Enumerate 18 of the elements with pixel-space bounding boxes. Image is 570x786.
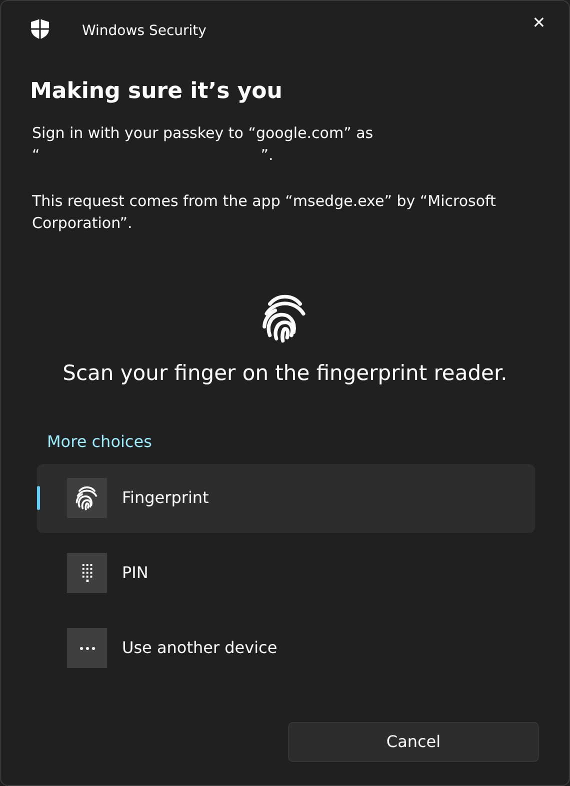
more-choices-link[interactable]: More choices	[47, 432, 152, 450]
fingerprint-icon	[74, 485, 100, 511]
close-button[interactable]: ✕	[517, 7, 561, 39]
sign-in-option[interactable]: PIN	[37, 538, 535, 608]
more-icon	[80, 646, 94, 650]
request-text: This request comes from the app “msedge.exe” by “Microsoft Corporation”.	[32, 191, 497, 234]
cancel-button[interactable]: Cancel	[288, 722, 539, 762]
sign-in-option[interactable]: Fingerprint	[37, 464, 535, 532]
app-title: Windows Security	[82, 22, 206, 40]
scan-prompt: Scan your finger on the fingerprint reader.	[62, 360, 508, 387]
dialog-heading: Making sure it’s you	[30, 78, 284, 106]
sign-in-text: Sign in with your passkey to “google.com” as	[32, 123, 374, 144]
selection-indicator	[37, 486, 40, 510]
shield-icon	[30, 18, 50, 40]
sign-in-option[interactable]: Use another device	[37, 614, 535, 682]
opening-quote: “	[32, 145, 40, 166]
keypad-icon	[82, 564, 92, 582]
closing-quote: ”.	[260, 145, 274, 166]
